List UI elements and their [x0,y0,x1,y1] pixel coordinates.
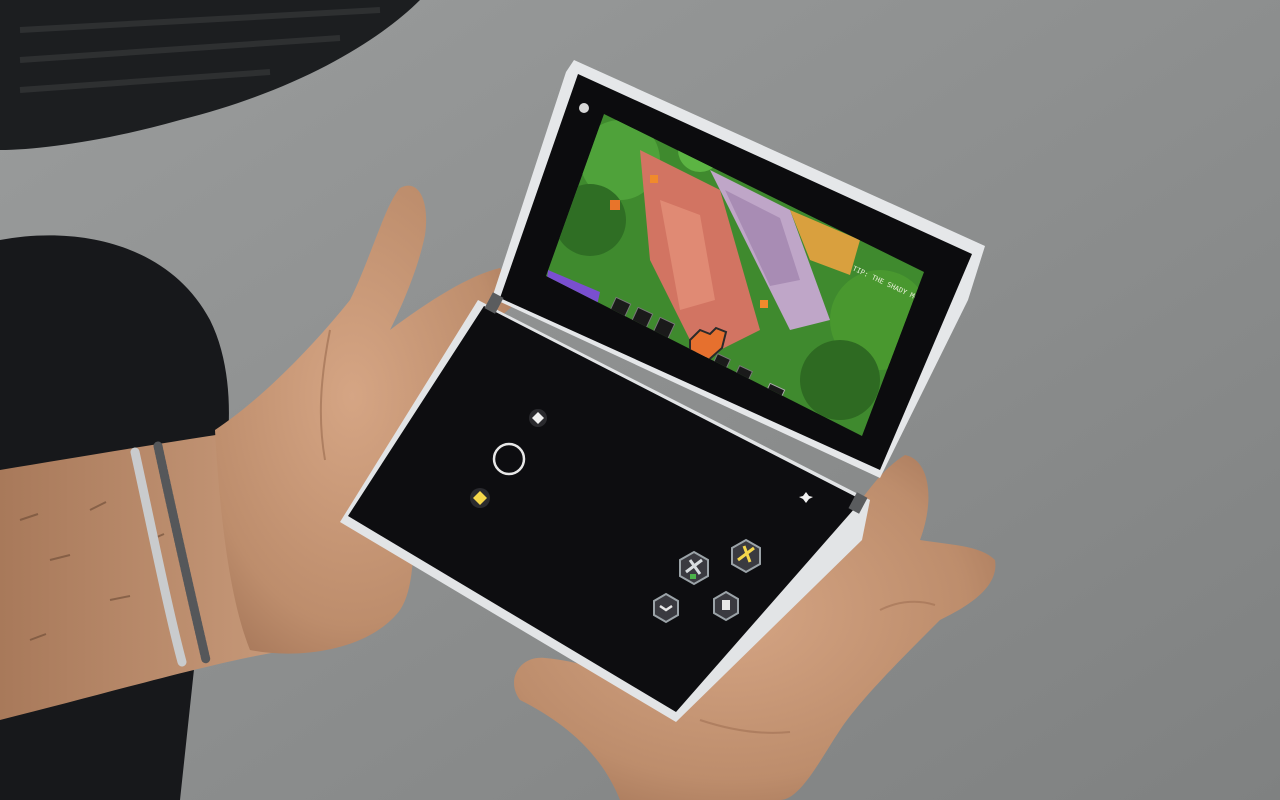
photo-scene: TIP: THE SHADY MOLE [0,0,1280,800]
ranged-attack-button[interactable] [731,538,761,574]
potion-icon [722,600,730,610]
melee-attack-button[interactable] [679,550,709,586]
potion-button[interactable] [713,590,739,622]
gem-button-left[interactable] [470,488,490,508]
gem-button-top[interactable] [529,409,547,427]
front-camera [579,103,589,113]
roll-button[interactable] [653,592,679,624]
